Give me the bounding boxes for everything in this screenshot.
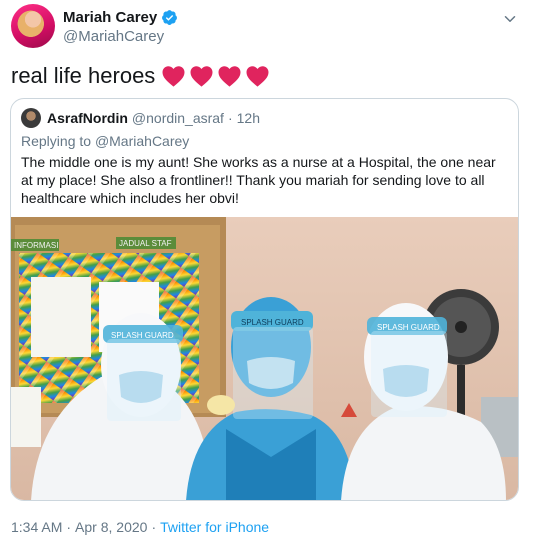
- photo-scene: INFORMASI JADUAL STAF SPLASH GUARD SPLAS…: [11, 217, 518, 500]
- avatar[interactable]: [11, 4, 55, 48]
- quoted-header: AsrafNordin @nordin_asraf · 12h: [47, 110, 260, 126]
- visor-text: SPLASH GUARD: [377, 323, 440, 332]
- quoted-separator: ·: [227, 110, 233, 126]
- heart-emoji-group: [161, 65, 270, 87]
- tweet-text: real life heroes: [11, 63, 156, 88]
- visor-text: SPLASH GUARD: [111, 331, 174, 340]
- tweet-time[interactable]: 1:34 AM: [11, 519, 62, 535]
- quoted-tweet-card[interactable]: AsrafNordin @nordin_asraf · 12h Replying…: [10, 98, 519, 501]
- red-heart-icon: [246, 66, 269, 87]
- chevron-down-icon[interactable]: [501, 10, 519, 28]
- board-label: JADUAL STAF: [119, 239, 172, 248]
- board-label: INFORMASI: [14, 241, 58, 250]
- quoted-avatar[interactable]: [21, 108, 41, 128]
- red-heart-icon: [162, 66, 185, 87]
- verified-badge-icon: [162, 10, 178, 25]
- footer-separator: ·: [66, 519, 72, 535]
- visor-text: SPLASH GUARD: [241, 318, 304, 327]
- replying-to-label: Replying to: [21, 133, 92, 149]
- author-handle[interactable]: @MariahCarey: [63, 28, 164, 45]
- quoted-author-handle[interactable]: @nordin_asraf: [132, 110, 224, 126]
- quoted-author-name[interactable]: AsrafNordin: [47, 110, 128, 126]
- footer-separator: ·: [151, 519, 157, 535]
- tweet-footer: 1:34 AM · Apr 8, 2020 · Twitter for iPho…: [11, 519, 269, 535]
- tweet-text-row: real life heroes: [11, 63, 270, 89]
- tweet: Mariah Carey @MariahCarey real life hero…: [0, 0, 533, 546]
- replying-to-mention[interactable]: @MariahCarey: [95, 133, 189, 149]
- replying-to: Replying to @MariahCarey: [21, 133, 189, 149]
- quoted-photo[interactable]: INFORMASI JADUAL STAF SPLASH GUARD SPLAS…: [11, 217, 518, 500]
- red-heart-icon: [218, 66, 241, 87]
- tweet-date[interactable]: Apr 8, 2020: [75, 519, 147, 535]
- author-name-row[interactable]: Mariah Carey: [63, 9, 178, 26]
- red-heart-icon: [190, 66, 213, 87]
- quoted-timestamp[interactable]: 12h: [237, 110, 260, 126]
- quoted-tweet-text: The middle one is my aunt! She works as …: [21, 154, 496, 206]
- author-name[interactable]: Mariah Carey: [63, 9, 157, 26]
- tweet-source-link[interactable]: Twitter for iPhone: [160, 519, 269, 535]
